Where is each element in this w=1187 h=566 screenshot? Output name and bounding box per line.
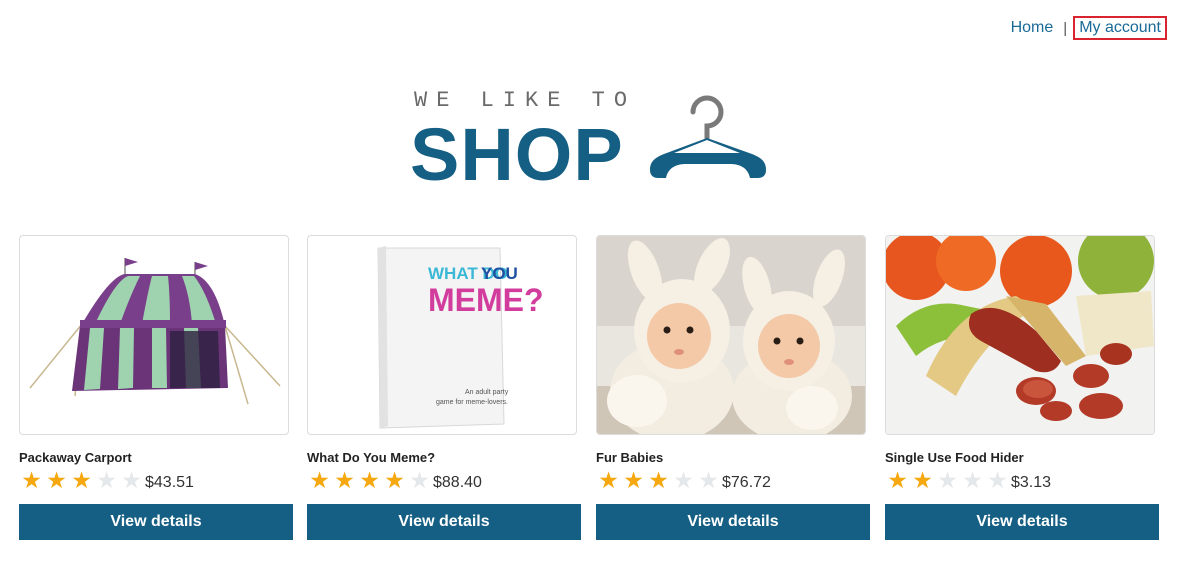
site-logo: WE LIKE TO SHOP <box>410 86 770 196</box>
product-price: $3.13 <box>1011 474 1052 491</box>
product-rating-row: ★ ★ ★ ★ ★ $43.51 <box>19 468 293 494</box>
product-image[interactable]: WHAT DO YOU MEME? An adult party game fo… <box>307 235 577 435</box>
product-rating-row: ★ ★ ★ ★ ★ $76.72 <box>596 468 870 494</box>
star-rating: ★ ★ ★ ★ ★ <box>307 468 432 494</box>
product-card: Packaway Carport ★ ★ ★ ★ ★ $43.51 View detai… <box>19 235 293 540</box>
star-filled-icon: ★ <box>46 468 67 494</box>
box-small1: An adult party <box>465 389 509 396</box>
product-price: $76.72 <box>722 474 771 491</box>
product-image[interactable] <box>596 235 866 435</box>
star-empty-icon: ★ <box>698 468 719 494</box>
star-filled-icon: ★ <box>887 468 908 494</box>
product-title[interactable]: Packaway Carport <box>19 450 293 465</box>
hanger-icon <box>650 95 766 178</box>
star-empty-icon: ★ <box>409 468 430 494</box>
star-rating: ★ ★ ★ ★ ★ <box>885 468 1010 494</box>
logo-word: SHOP <box>410 113 624 196</box>
star-empty-icon: ★ <box>987 468 1008 494</box>
product-card: Single Use Food Hider ★ ★ ★ ★ ★ $3.13 View d… <box>885 235 1159 540</box>
star-filled-icon: ★ <box>648 468 669 494</box>
star-filled-icon: ★ <box>598 468 619 494</box>
product-image[interactable] <box>19 235 289 435</box>
product-title[interactable]: Single Use Food Hider <box>885 450 1159 465</box>
view-details-button[interactable]: View details <box>596 504 870 540</box>
product-rating-row: ★ ★ ★ ★ ★ $3.13 <box>885 468 1159 494</box>
product-rating-row: ★ ★ ★ ★ ★ $88.40 <box>307 468 581 494</box>
star-filled-icon: ★ <box>912 468 933 494</box>
top-nav: Home | My account <box>1011 16 1167 40</box>
star-filled-icon: ★ <box>309 468 330 494</box>
view-details-button[interactable]: View details <box>885 504 1159 540</box>
star-rating: ★ ★ ★ ★ ★ <box>596 468 721 494</box>
logo-tagline: WE LIKE TO <box>414 88 637 113</box>
nav-separator: | <box>1063 19 1068 37</box>
star-empty-icon: ★ <box>673 468 694 494</box>
product-price: $43.51 <box>145 474 194 491</box>
my-account-link[interactable]: My account <box>1073 16 1167 40</box>
box-small2: game for meme-lovers. <box>436 399 508 406</box>
star-filled-icon: ★ <box>21 468 42 494</box>
star-rating: ★ ★ ★ ★ ★ <box>19 468 144 494</box>
star-filled-icon: ★ <box>623 468 644 494</box>
product-card: Fur Babies ★ ★ ★ ★ ★ $76.72 View details <box>596 235 870 540</box>
star-empty-icon: ★ <box>937 468 958 494</box>
star-filled-icon: ★ <box>359 468 380 494</box>
star-filled-icon: ★ <box>384 468 405 494</box>
product-title[interactable]: What Do You Meme? <box>307 450 581 465</box>
star-empty-icon: ★ <box>121 468 142 494</box>
view-details-button[interactable]: View details <box>307 504 581 540</box>
product-image[interactable] <box>885 235 1155 435</box>
star-filled-icon: ★ <box>334 468 355 494</box>
product-price: $88.40 <box>433 474 482 491</box>
star-empty-icon: ★ <box>96 468 117 494</box>
home-link[interactable]: Home <box>1011 19 1054 37</box>
view-details-button[interactable]: View details <box>19 504 293 540</box>
star-filled-icon: ★ <box>71 468 92 494</box>
box-line1b: YOU <box>481 264 518 283</box>
box-line2: MEME? <box>428 282 544 318</box>
product-card: WHAT DO YOU MEME? An adult party game fo… <box>307 235 581 540</box>
star-empty-icon: ★ <box>962 468 983 494</box>
product-title[interactable]: Fur Babies <box>596 450 870 465</box>
